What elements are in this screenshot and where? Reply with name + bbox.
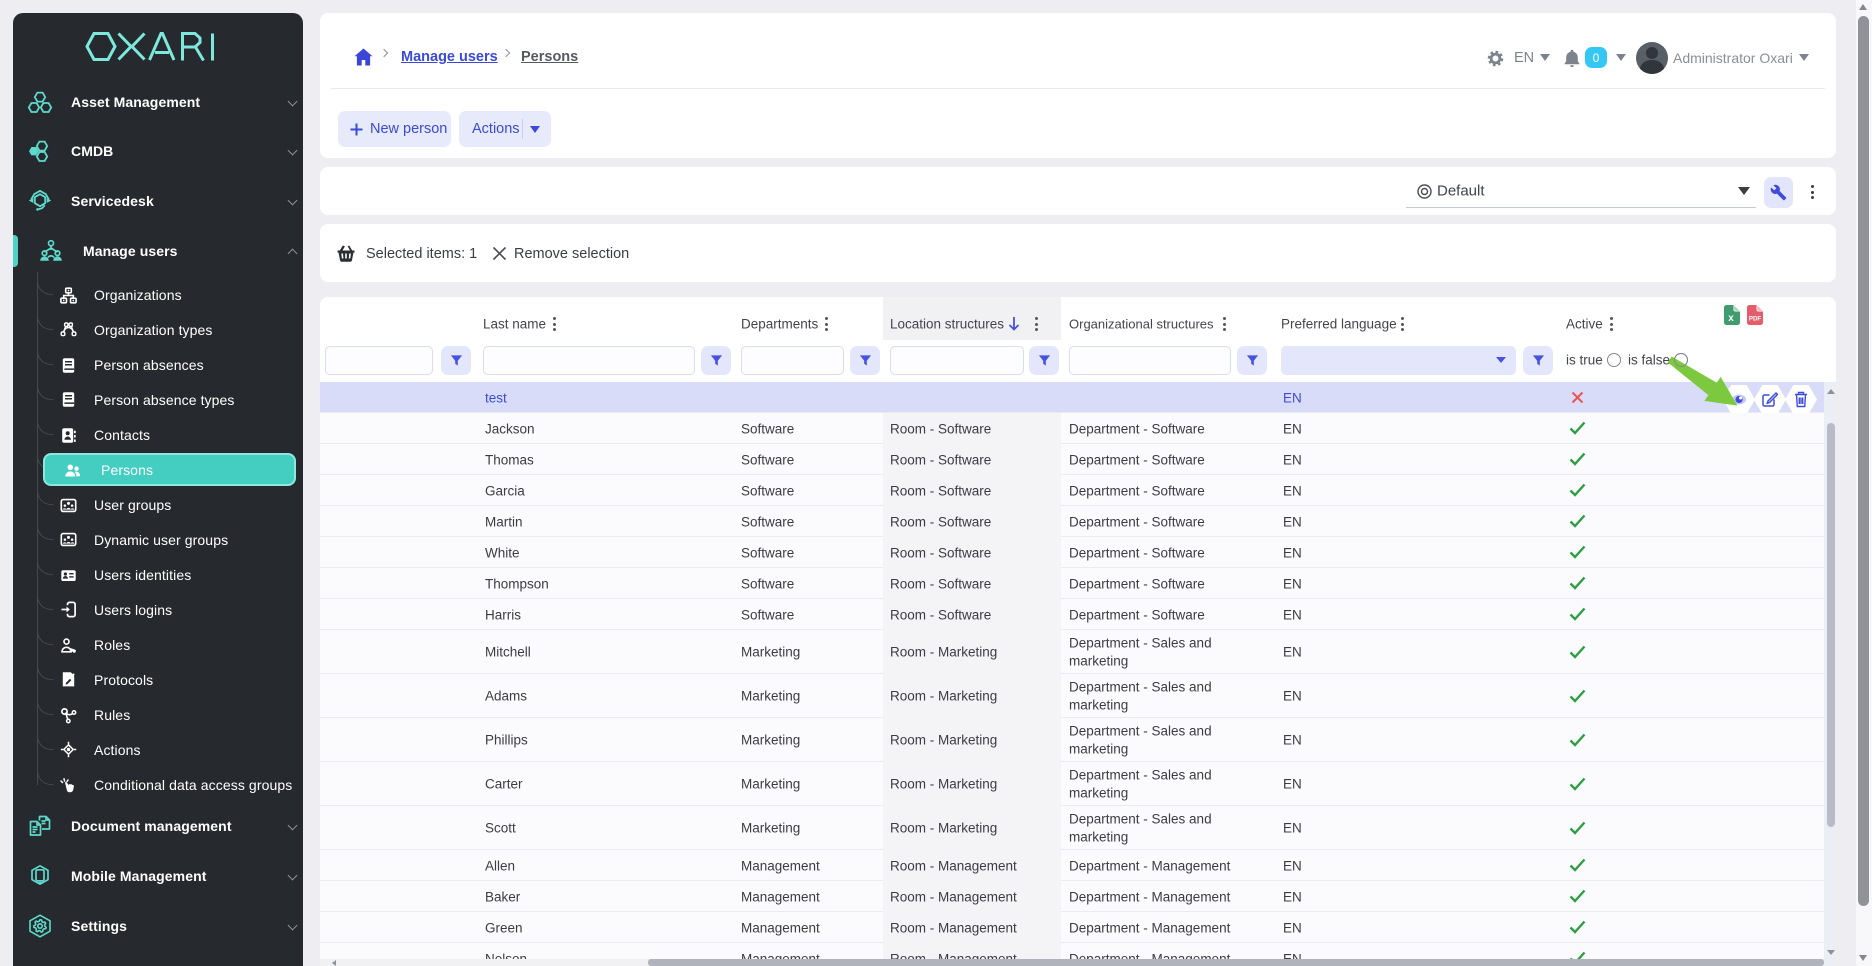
svg-text:PDF: PDF bbox=[1749, 316, 1762, 323]
svg-text:x: x bbox=[1728, 313, 1734, 324]
